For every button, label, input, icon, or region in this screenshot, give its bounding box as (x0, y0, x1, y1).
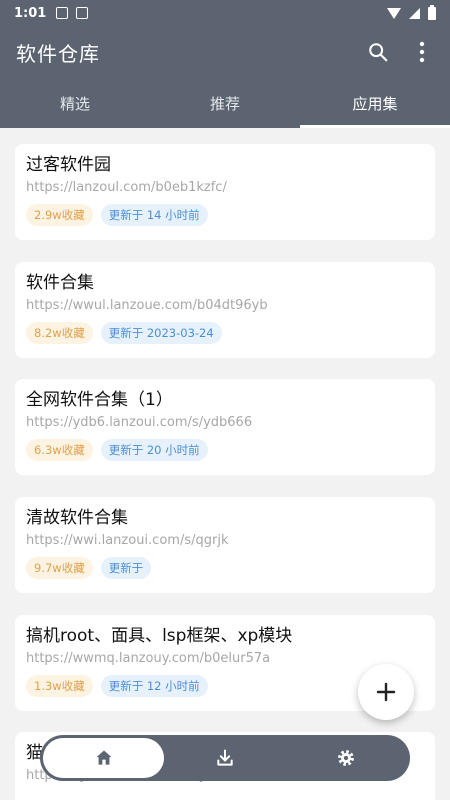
favorites-badge: 8.2w收藏 (26, 322, 93, 344)
updated-badge: 更新于 2023-03-24 (100, 322, 222, 344)
list-item[interactable]: 清故软件合集 https://wwi.lanzoui.com/s/qgrjk 9… (15, 497, 435, 593)
add-button[interactable] (358, 664, 414, 720)
status-bar: 1:01 (0, 0, 450, 26)
home-icon (96, 750, 112, 765)
card-title: 软件合集 (26, 273, 94, 293)
battery-icon (428, 4, 436, 20)
nav-settings[interactable] (286, 738, 407, 778)
nav-home[interactable] (43, 738, 165, 778)
tab-collections[interactable]: 应用集 (300, 78, 450, 128)
tab-featured[interactable]: 精选 (0, 78, 150, 128)
more-vert-icon (419, 41, 425, 63)
nav-downloads[interactable] (164, 738, 285, 778)
list-item[interactable]: 软件合集 https://wwul.lanzoue.com/b04dt96yb … (15, 262, 435, 358)
list-item[interactable]: 过客软件园 https://lanzoul.com/b0eb1kzfc/ 2.9… (15, 144, 435, 240)
list-item[interactable]: 全网软件合集（1） https://ydb6.lanzoui.com/s/ydb… (15, 379, 435, 475)
page-title: 软件仓库 (16, 41, 100, 66)
app-notification-icon (76, 7, 89, 19)
card-url: https://wwmq.lanzouy.com/b0elur57a (26, 651, 271, 666)
add-icon (376, 682, 396, 702)
favorites-badge: 9.7w收藏 (26, 557, 93, 579)
card-url: https://wwi.lanzoui.com/s/qgrjk (26, 533, 229, 548)
tab-bar: 精选 推荐 应用集 (0, 78, 450, 128)
settings-icon (338, 750, 355, 766)
status-time: 1:01 (14, 5, 47, 21)
favorites-badge: 2.9w收藏 (26, 204, 93, 226)
wifi-icon (387, 7, 401, 19)
card-url: https://wwul.lanzoue.com/b04dt96yb (26, 298, 268, 313)
card-title: 全网软件合集（1） (26, 390, 173, 410)
updated-badge: 更新于 14 小时前 (100, 204, 208, 226)
favorites-badge: 6.3w收藏 (26, 439, 93, 461)
card-url: https://lanzoul.com/b0eb1kzfc/ (26, 180, 227, 195)
download-icon (217, 749, 233, 766)
card-title: 过客软件园 (26, 155, 111, 175)
signal-icon (409, 7, 420, 19)
updated-badge: 更新于 20 小时前 (100, 439, 208, 461)
more-options-button[interactable] (410, 40, 434, 64)
updated-badge: 更新于 12 小时前 (100, 675, 208, 697)
card-url: https://ydb6.lanzoui.com/s/ydb666 (26, 415, 253, 430)
image-notification-icon (56, 7, 69, 19)
card-title: 搞机root、面具、lsp框架、xp模块 (26, 626, 293, 646)
bottom-nav (40, 735, 410, 781)
search-button[interactable] (366, 40, 390, 64)
favorites-badge: 1.3w收藏 (26, 675, 93, 697)
search-icon (369, 43, 388, 62)
app-bar: 软件仓库 (0, 26, 450, 78)
card-title: 清故软件合集 (26, 508, 128, 528)
tab-recommended[interactable]: 推荐 (150, 78, 300, 128)
updated-badge: 更新于 (100, 557, 152, 579)
